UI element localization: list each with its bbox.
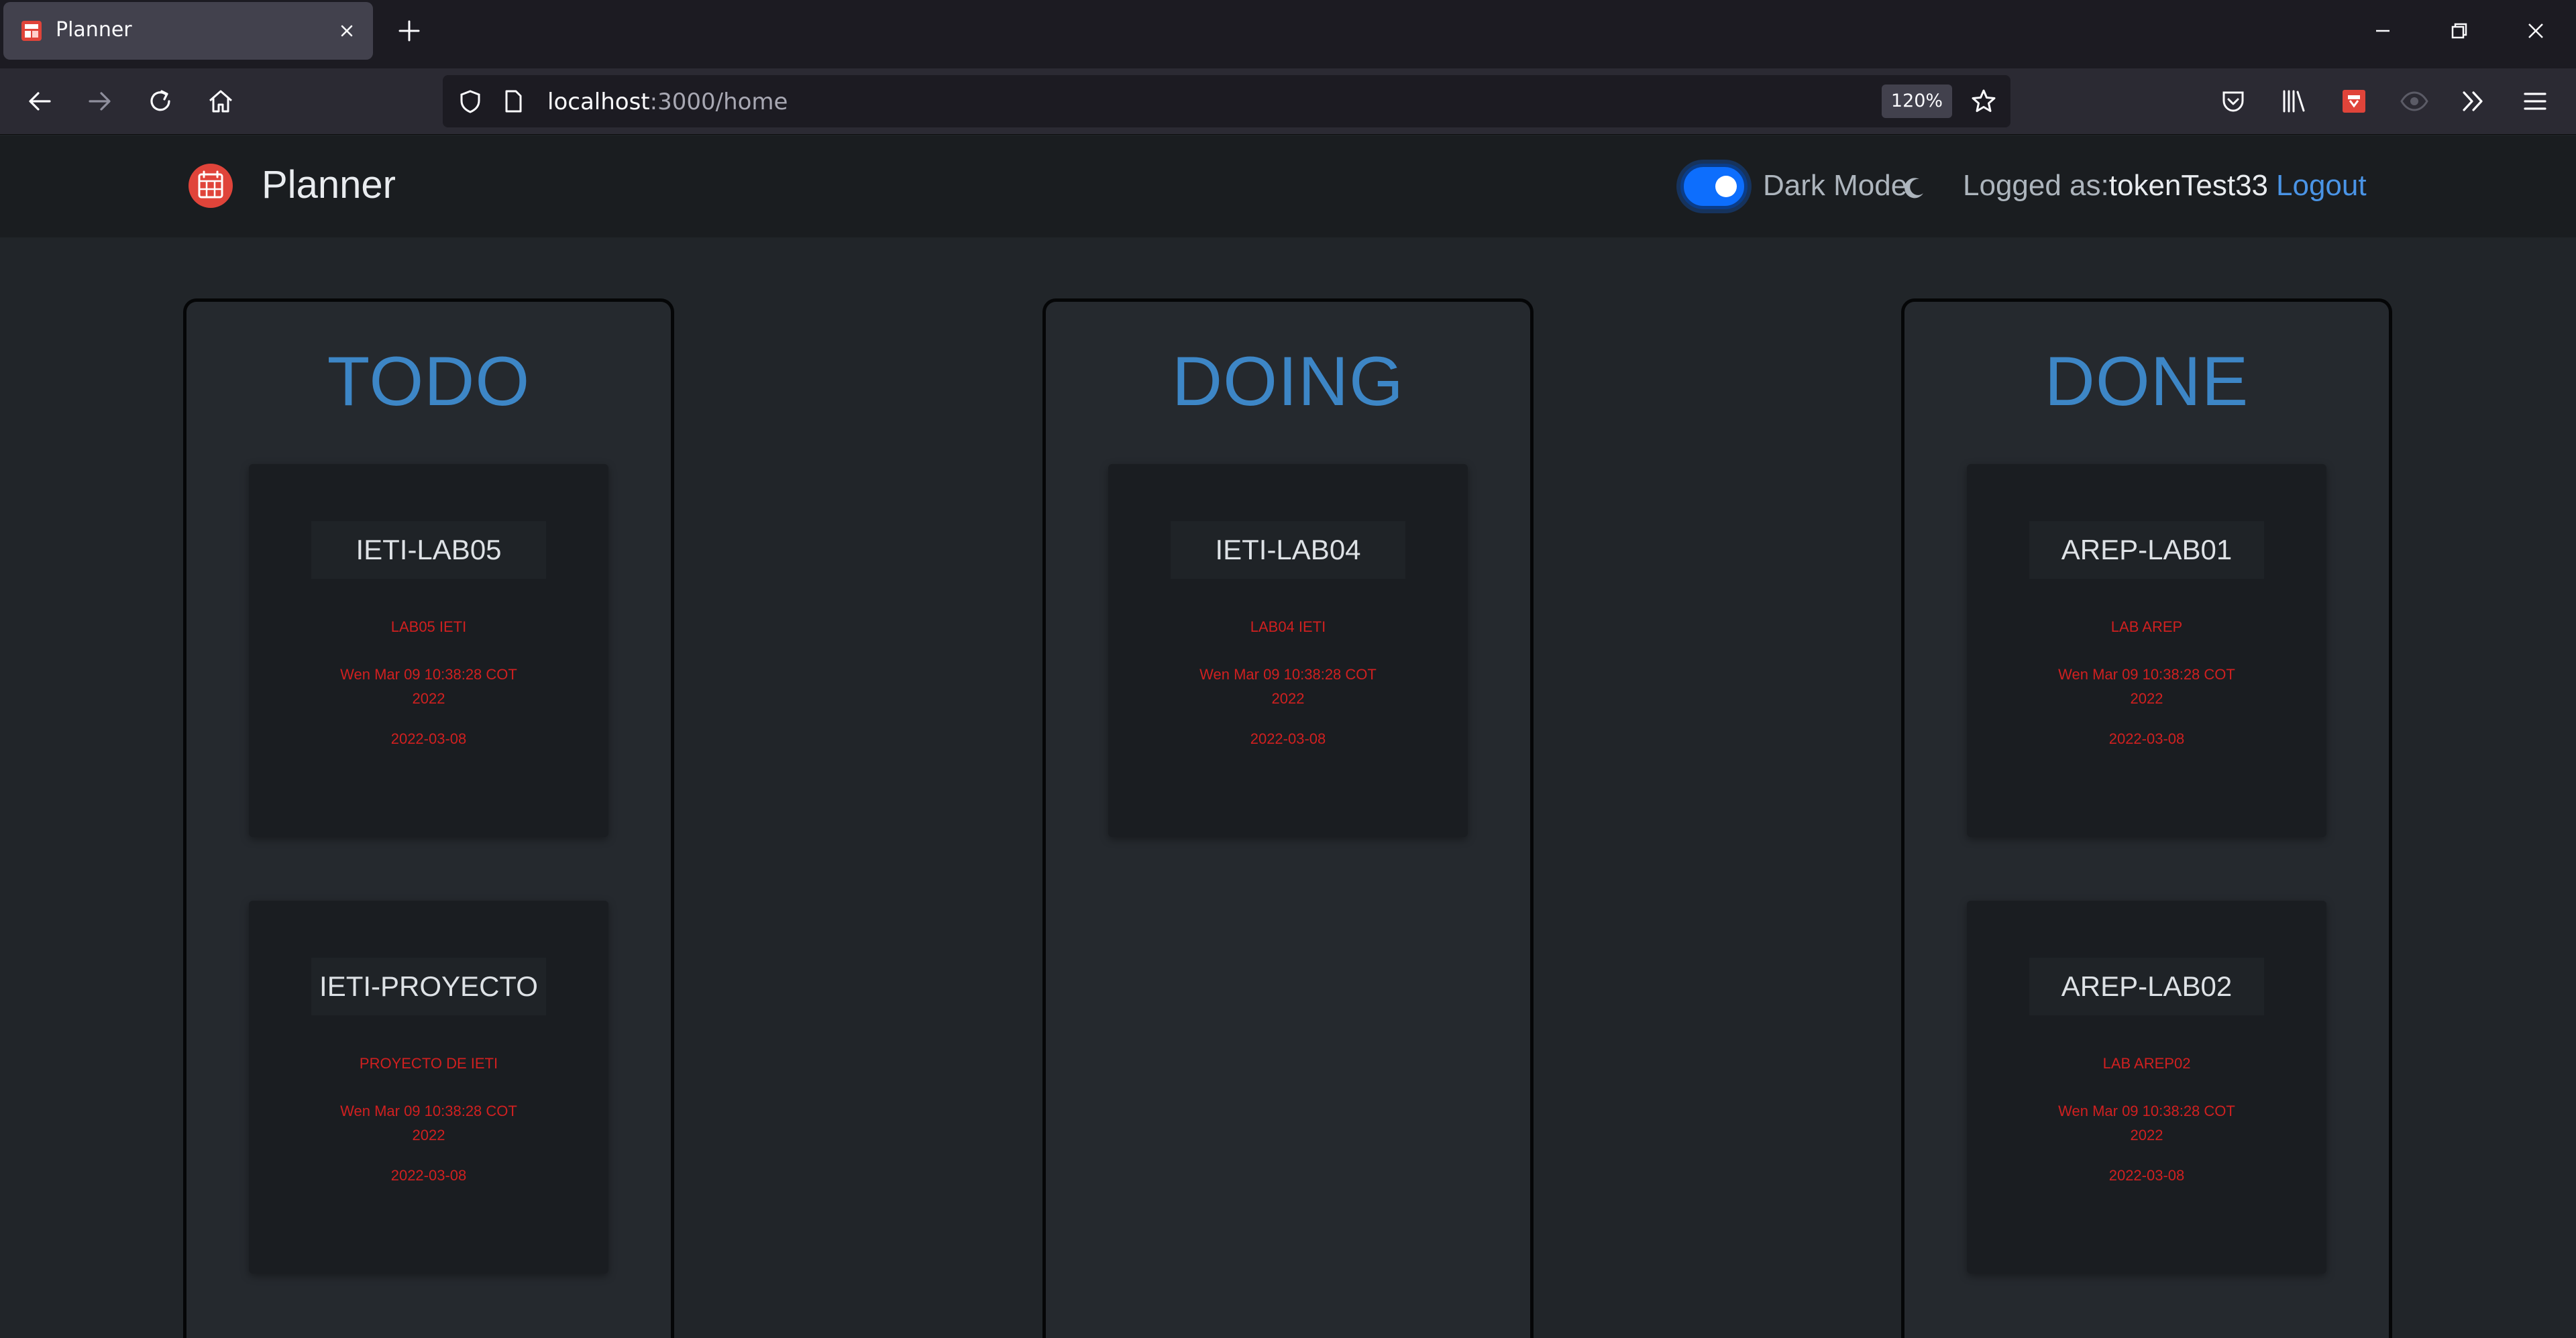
new-tab-icon[interactable] <box>396 17 423 44</box>
dark-mode-label: Dark Mode <box>1763 169 1908 202</box>
logged-prefix: Logged as: <box>1963 169 2109 202</box>
task-title: IETI-LAB04 <box>1171 521 1405 579</box>
forward-icon[interactable] <box>85 86 115 117</box>
column-done: DONE AREP-LAB01 LAB AREP Wen Mar 09 10:3… <box>1901 298 2392 1338</box>
task-due-date: 2022-03-08 <box>390 1167 467 1184</box>
task-card[interactable]: IETI-LAB04 LAB04 IETI Wen Mar 09 10:38:2… <box>1108 464 1468 837</box>
moon-icon <box>1904 178 1923 199</box>
task-title: AREP-LAB02 <box>2029 958 2264 1015</box>
toggle-knob <box>1715 176 1737 197</box>
shield-icon[interactable] <box>458 89 483 114</box>
task-due-date: 2022-03-08 <box>390 730 467 747</box>
browser-tab[interactable]: Planner <box>3 2 373 60</box>
task-description: LAB04 IETI <box>1250 618 1326 635</box>
tab-title: Planner <box>56 18 132 42</box>
url-host: localhost <box>547 89 650 115</box>
column-doing: DOING IETI-LAB04 LAB04 IETI Wen Mar 09 1… <box>1042 298 1534 1338</box>
close-tab-icon[interactable] <box>336 20 358 42</box>
username: tokenTest33 <box>2108 169 2269 202</box>
url-text[interactable]: localhost:3000/home <box>547 89 788 115</box>
dark-mode-toggle[interactable] <box>1680 164 1748 209</box>
overflow-icon[interactable] <box>2458 86 2489 117</box>
task-card[interactable]: AREP-LAB01 LAB AREP Wen Mar 09 10:38:28 … <box>1967 464 2326 837</box>
task-card[interactable]: AREP-LAB02 LAB AREP02 Wen Mar 09 10:38:2… <box>1967 901 2326 1274</box>
minimize-icon[interactable] <box>2368 16 2398 46</box>
home-icon[interactable] <box>205 86 236 117</box>
star-icon[interactable] <box>1970 87 1998 115</box>
zoom-badge[interactable]: 120% <box>1882 85 1952 118</box>
extension-icon[interactable] <box>2339 86 2369 117</box>
restore-icon[interactable] <box>2445 16 2474 46</box>
page-icon[interactable] <box>502 89 525 114</box>
browser-tab-strip: Planner <box>0 0 2576 68</box>
browser-nav-bar: localhost:3000/home 120% <box>0 68 2576 135</box>
pocket-icon[interactable] <box>2218 86 2249 117</box>
task-title: IETI-PROYECTO <box>311 958 546 1015</box>
logout-link[interactable]: Logout <box>2276 169 2367 203</box>
column-title: DONE <box>2044 343 2249 421</box>
app-header: Planner Dark Mode Logged as:tokenTest33 … <box>0 135 2576 237</box>
menu-icon[interactable] <box>2520 86 2551 117</box>
column-todo: TODO IETI-LAB05 LAB05 IETI Wen Mar 09 10… <box>183 298 674 1338</box>
task-card[interactable]: IETI-PROYECTO PROYECTO DE IETI Wen Mar 0… <box>249 901 608 1274</box>
close-window-icon[interactable] <box>2521 16 2551 46</box>
back-icon[interactable] <box>24 86 55 117</box>
task-due-date: 2022-03-08 <box>1250 730 1326 747</box>
task-created-date: Wen Mar 09 10:38:28 COT 2022 <box>340 666 517 707</box>
column-title: TODO <box>327 343 531 421</box>
task-card[interactable]: IETI-LAB05 LAB05 IETI Wen Mar 09 10:38:2… <box>249 464 608 837</box>
reader-icon[interactable] <box>2399 86 2430 117</box>
task-created-date: Wen Mar 09 10:38:28 COT 2022 <box>2058 1103 2235 1144</box>
task-due-date: 2022-03-08 <box>2108 1167 2185 1184</box>
url-path: :3000/home <box>649 89 788 115</box>
reload-icon[interactable] <box>145 86 176 117</box>
task-description: LAB AREP <box>2110 618 2183 635</box>
task-due-date: 2022-03-08 <box>2108 730 2185 747</box>
task-description: PROYECTO DE IETI <box>359 1055 498 1072</box>
column-title: DOING <box>1172 343 1404 421</box>
library-icon[interactable] <box>2278 86 2309 117</box>
task-title: IETI-LAB05 <box>311 521 546 579</box>
url-bar[interactable]: localhost:3000/home 120% <box>443 75 2010 127</box>
brand-name[interactable]: Planner <box>262 162 396 207</box>
task-description: LAB05 IETI <box>390 618 467 635</box>
task-created-date: Wen Mar 09 10:38:28 COT 2022 <box>2058 666 2235 707</box>
planner-logo-icon[interactable] <box>188 163 233 209</box>
task-created-date: Wen Mar 09 10:38:28 COT 2022 <box>1199 666 1377 707</box>
planner-favicon-icon <box>21 21 42 41</box>
task-title: AREP-LAB01 <box>2029 521 2264 579</box>
logged-as-text: Logged as:tokenTest33 <box>1963 169 2268 203</box>
task-description: LAB AREP02 <box>2102 1055 2191 1072</box>
task-created-date: Wen Mar 09 10:38:28 COT 2022 <box>340 1103 517 1144</box>
